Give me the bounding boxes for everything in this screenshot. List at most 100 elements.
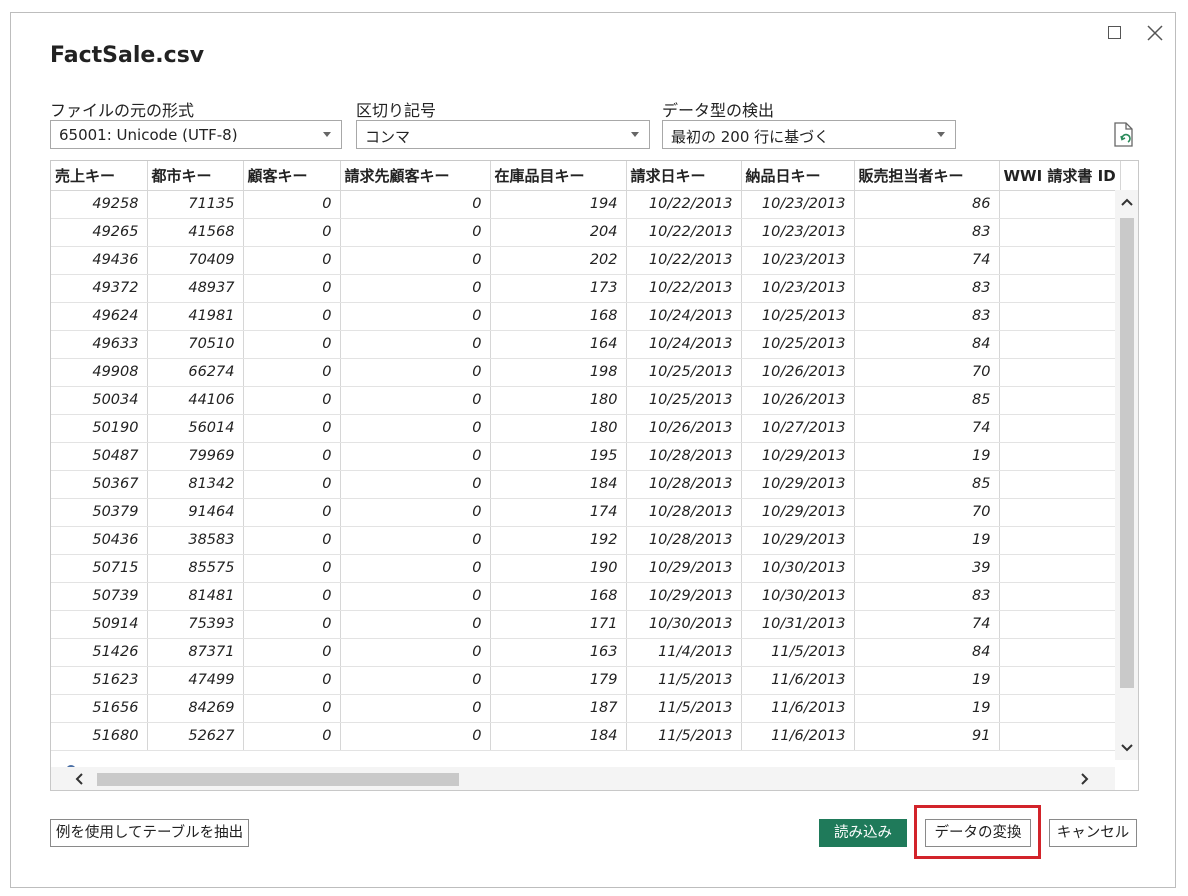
- table-cell: 48937: [147, 274, 244, 303]
- table-cell: 198: [490, 358, 627, 387]
- table-cell: [999, 526, 1121, 555]
- column-header[interactable]: 顧客キー: [243, 161, 341, 191]
- table-cell: 11/5/2013: [626, 694, 742, 723]
- table-cell: 11/5/2013: [626, 722, 742, 751]
- table-cell: 0: [243, 722, 341, 751]
- delimiter-value: コンマ: [365, 128, 411, 146]
- type-detection-select[interactable]: 最初の 200 行に基づく: [662, 120, 956, 149]
- table-cell: [999, 358, 1121, 387]
- table-cell: 10/22/2013: [626, 190, 742, 219]
- table-cell: 0: [340, 638, 491, 667]
- table-cell: 50436: [51, 526, 148, 555]
- table-cell: 51656: [51, 694, 148, 723]
- table-cell: 10/25/2013: [741, 330, 855, 359]
- maximize-button[interactable]: [1105, 23, 1125, 43]
- file-origin-value: 65001: Unicode (UTF-8): [59, 126, 238, 144]
- table-cell: 173: [490, 274, 627, 303]
- table-cell: 10/29/2013: [741, 442, 855, 471]
- column-header[interactable]: 販売担当者キー: [854, 161, 1000, 191]
- table-cell: 49265: [51, 218, 148, 247]
- column-header[interactable]: 納品日キー: [741, 161, 855, 191]
- table-cell: 70409: [147, 246, 244, 275]
- table-cell: 74: [854, 414, 1000, 443]
- table-cell: 19: [854, 694, 1000, 723]
- chevron-up-icon[interactable]: [1119, 194, 1135, 210]
- table-cell: 74: [854, 610, 1000, 639]
- chevron-down-icon[interactable]: [1119, 740, 1135, 756]
- table-cell: 10/30/2013: [741, 582, 855, 611]
- table-cell: 0: [243, 610, 341, 639]
- table-cell: 84269: [147, 694, 244, 723]
- table-cell: 83: [854, 274, 1000, 303]
- table-cell: 0: [340, 554, 491, 583]
- table-cell: 81481: [147, 582, 244, 611]
- table-cell: 194: [490, 190, 627, 219]
- table-cell: 10/27/2013: [741, 414, 855, 443]
- horizontal-scrollbar[interactable]: [51, 767, 1115, 790]
- table-cell: [999, 694, 1121, 723]
- table-cell: 91: [854, 722, 1000, 751]
- close-button[interactable]: [1145, 23, 1165, 43]
- table-cell: 0: [243, 414, 341, 443]
- table-cell: 10/25/2013: [626, 386, 742, 415]
- cancel-button[interactable]: キャンセル: [1049, 819, 1137, 847]
- table-row: 51426 87371 0 0 163 11/4/2013 11/5/2013 84: [51, 638, 1121, 667]
- table-cell: 168: [490, 302, 627, 331]
- table-cell: 0: [340, 694, 491, 723]
- file-origin-select[interactable]: 65001: Unicode (UTF-8): [50, 120, 342, 149]
- load-button[interactable]: 読み込み: [819, 819, 907, 847]
- vertical-scroll-thumb[interactable]: [1120, 218, 1134, 688]
- table-cell: 10/24/2013: [626, 302, 742, 331]
- table-cell: 0: [340, 302, 491, 331]
- table-cell: 41568: [147, 218, 244, 247]
- table-cell: 10/29/2013: [626, 582, 742, 611]
- delimiter-label: 区切り記号: [356, 101, 437, 120]
- table-cell: 187: [490, 694, 627, 723]
- table-cell: 50034: [51, 386, 148, 415]
- vertical-scrollbar[interactable]: [1115, 190, 1138, 760]
- column-header[interactable]: WWI 請求書 ID: [999, 161, 1121, 191]
- horizontal-scroll-thumb[interactable]: [97, 773, 459, 786]
- table-cell: 44106: [147, 386, 244, 415]
- column-header[interactable]: 在庫品目キー: [490, 161, 627, 191]
- table-cell: 0: [340, 498, 491, 527]
- table-cell: 19: [854, 526, 1000, 555]
- table-cell: 79969: [147, 442, 244, 471]
- column-header[interactable]: 請求先顧客キー: [340, 161, 491, 191]
- delimiter-select[interactable]: コンマ: [356, 120, 650, 149]
- refresh-preview-icon[interactable]: [1111, 121, 1137, 149]
- table-cell: 10/22/2013: [626, 274, 742, 303]
- table-cell: 10/28/2013: [626, 470, 742, 499]
- table-cell: 163: [490, 638, 627, 667]
- table-cell: 85: [854, 470, 1000, 499]
- transform-data-button[interactable]: データの変換: [925, 819, 1031, 847]
- table-cell: 39: [854, 554, 1000, 583]
- table-cell: 10/26/2013: [741, 358, 855, 387]
- column-header[interactable]: 売上キー: [51, 161, 148, 191]
- column-header[interactable]: 請求日キー: [626, 161, 742, 191]
- table-cell: 47499: [147, 666, 244, 695]
- table-cell: 49908: [51, 358, 148, 387]
- table-row: 50739 81481 0 0 168 10/29/2013 10/30/2013 83: [51, 582, 1121, 611]
- table-row: 49372 48937 0 0 173 10/22/2013 10/23/2013 83: [51, 274, 1121, 303]
- table-cell: 0: [340, 582, 491, 611]
- table-cell: 0: [340, 246, 491, 275]
- table-cell: 49372: [51, 274, 148, 303]
- table-cell: [999, 218, 1121, 247]
- table-cell: 51623: [51, 666, 148, 695]
- chevron-right-icon[interactable]: [1077, 771, 1093, 787]
- table-cell: 85: [854, 386, 1000, 415]
- table-cell: [999, 722, 1121, 751]
- table-cell: 0: [340, 526, 491, 555]
- table-row: 50715 85575 0 0 190 10/29/2013 10/30/2013 39: [51, 554, 1121, 583]
- table-cell: 171: [490, 610, 627, 639]
- table-cell: 10/25/2013: [626, 358, 742, 387]
- table-cell: 10/28/2013: [626, 442, 742, 471]
- extract-table-button[interactable]: 例を使用してテーブルを抽出: [50, 819, 249, 847]
- table-cell: 19: [854, 442, 1000, 471]
- column-header[interactable]: 都市キー: [147, 161, 244, 191]
- table-cell: 184: [490, 722, 627, 751]
- table-cell: 180: [490, 386, 627, 415]
- chevron-left-icon[interactable]: [71, 771, 87, 787]
- table-cell: [999, 302, 1121, 331]
